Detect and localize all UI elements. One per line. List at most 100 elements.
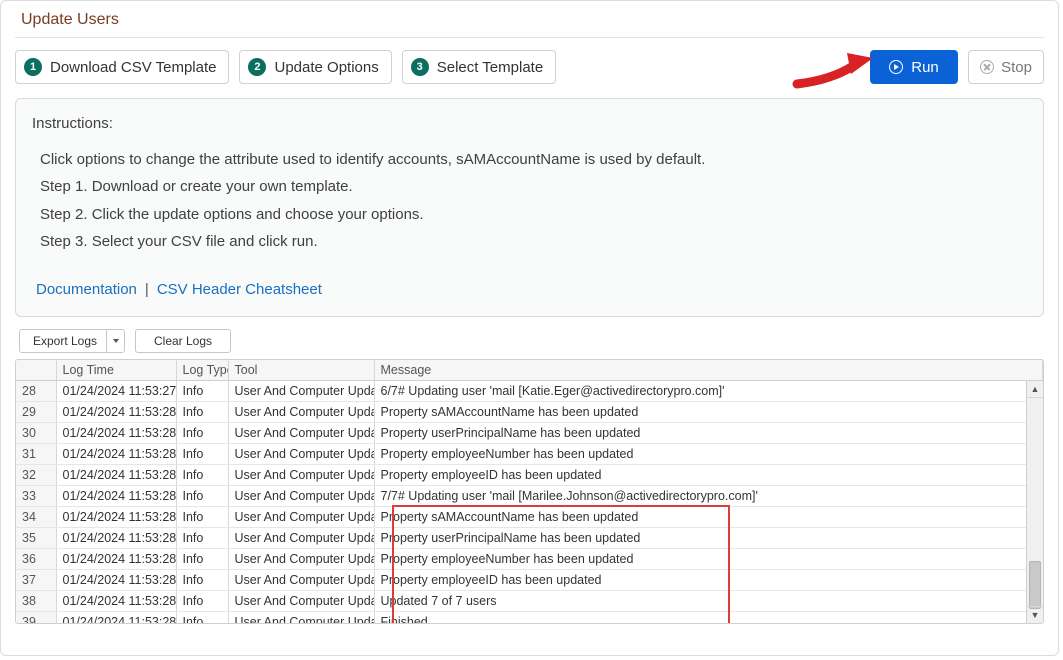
- cell-logtype: Info: [176, 507, 228, 528]
- cell-tool: User And Computer Updater: [228, 402, 374, 423]
- cell-logtime: 01/24/2024 11:53:28: [56, 486, 176, 507]
- cell-logtime: 01/24/2024 11:53:28: [56, 528, 176, 549]
- cell-message: 6/7# Updating user 'mail [Katie.Eger@act…: [374, 381, 1043, 402]
- cell-logtype: Info: [176, 591, 228, 612]
- cell-tool: User And Computer Updater: [228, 612, 374, 625]
- instructions-line: Step 3. Select your CSV file and click r…: [40, 229, 1027, 255]
- step-1-badge: 1: [24, 58, 42, 76]
- cell-logtime: 01/24/2024 11:53:28: [56, 423, 176, 444]
- cell-logtype: Info: [176, 612, 228, 625]
- message-header[interactable]: Message: [374, 360, 1043, 381]
- logtime-header[interactable]: Log Time: [56, 360, 176, 381]
- cell-logtime: 01/24/2024 11:53:28: [56, 507, 176, 528]
- cell-message: Property employeeID has been updated: [374, 465, 1043, 486]
- row-number: 31: [16, 444, 56, 465]
- step-2-badge: 2: [248, 58, 266, 76]
- cell-tool: User And Computer Updater: [228, 570, 374, 591]
- row-number: 37: [16, 570, 56, 591]
- page-title: Update Users: [21, 11, 1044, 29]
- cell-tool: User And Computer Updater: [228, 507, 374, 528]
- cell-logtime: 01/24/2024 11:53:28: [56, 591, 176, 612]
- cell-tool: User And Computer Updater: [228, 465, 374, 486]
- logtype-header[interactable]: Log Type: [176, 360, 228, 381]
- documentation-link[interactable]: Documentation: [36, 277, 137, 303]
- table-row[interactable]: 3601/24/2024 11:53:28InfoUser And Comput…: [16, 549, 1043, 570]
- table-row[interactable]: 3501/24/2024 11:53:28InfoUser And Comput…: [16, 528, 1043, 549]
- instructions-line: Click options to change the attribute us…: [40, 147, 1027, 173]
- table-row[interactable]: 3201/24/2024 11:53:28InfoUser And Comput…: [16, 465, 1043, 486]
- export-logs-button[interactable]: Export Logs: [19, 329, 125, 353]
- stop-button[interactable]: Stop: [968, 50, 1044, 84]
- cell-message: Updated 7 of 7 users: [374, 591, 1043, 612]
- export-logs-label: Export Logs: [33, 334, 97, 348]
- cell-logtype: Info: [176, 486, 228, 507]
- cell-logtime: 01/24/2024 11:53:28: [56, 465, 176, 486]
- table-row[interactable]: 3301/24/2024 11:53:28InfoUser And Comput…: [16, 486, 1043, 507]
- link-separator: |: [145, 277, 149, 303]
- row-number: 34: [16, 507, 56, 528]
- cell-logtime: 01/24/2024 11:53:28: [56, 549, 176, 570]
- cell-logtime: 01/24/2024 11:53:28: [56, 570, 176, 591]
- table-row[interactable]: 3701/24/2024 11:53:28InfoUser And Comput…: [16, 570, 1043, 591]
- table-row[interactable]: 3001/24/2024 11:53:28InfoUser And Comput…: [16, 423, 1043, 444]
- cell-logtype: Info: [176, 381, 228, 402]
- cell-logtype: Info: [176, 549, 228, 570]
- cell-logtime: 01/24/2024 11:53:27: [56, 381, 176, 402]
- cell-message: Property employeeID has been updated: [374, 570, 1043, 591]
- arrow-annotation-icon: [791, 50, 881, 90]
- step-1-label: Download CSV Template: [50, 59, 216, 76]
- tool-header[interactable]: Tool: [228, 360, 374, 381]
- row-number: 30: [16, 423, 56, 444]
- scroll-down-button[interactable]: ▼: [1027, 606, 1043, 623]
- row-number: 29: [16, 402, 56, 423]
- rownum-header[interactable]: [16, 360, 56, 381]
- update-users-panel: Update Users 1 Download CSV Template 2 U…: [0, 0, 1059, 656]
- play-icon: [889, 60, 903, 74]
- scroll-up-button[interactable]: ▲: [1027, 381, 1043, 398]
- row-number: 33: [16, 486, 56, 507]
- table-row[interactable]: 3401/24/2024 11:53:28InfoUser And Comput…: [16, 507, 1043, 528]
- cell-message: Property userPrincipalName has been upda…: [374, 423, 1043, 444]
- row-number: 38: [16, 591, 56, 612]
- row-number: 36: [16, 549, 56, 570]
- cell-tool: User And Computer Updater: [228, 423, 374, 444]
- title-divider: [15, 37, 1044, 38]
- cell-message: 7/7# Updating user 'mail [Marilee.Johnso…: [374, 486, 1043, 507]
- instructions-panel: Instructions: Click options to change th…: [15, 98, 1044, 317]
- table-row[interactable]: 3101/24/2024 11:53:28InfoUser And Comput…: [16, 444, 1043, 465]
- run-label: Run: [911, 59, 939, 76]
- csv-header-cheatsheet-link[interactable]: CSV Header Cheatsheet: [157, 277, 322, 303]
- cell-logtype: Info: [176, 528, 228, 549]
- clear-logs-button[interactable]: Clear Logs: [135, 329, 231, 353]
- table-row[interactable]: 3901/24/2024 11:53:28InfoUser And Comput…: [16, 612, 1043, 625]
- stop-label: Stop: [1001, 59, 1032, 76]
- chevron-down-icon[interactable]: [106, 330, 124, 352]
- instructions-line: Step 1. Download or create your own temp…: [40, 174, 1027, 200]
- cell-tool: User And Computer Updater: [228, 549, 374, 570]
- cell-logtime: 01/24/2024 11:53:28: [56, 402, 176, 423]
- cell-logtype: Info: [176, 570, 228, 591]
- update-options-button[interactable]: 2 Update Options: [239, 50, 391, 84]
- row-number: 32: [16, 465, 56, 486]
- step-3-label: Select Template: [437, 59, 543, 76]
- step-2-label: Update Options: [274, 59, 378, 76]
- cell-tool: User And Computer Updater: [228, 381, 374, 402]
- run-button[interactable]: Run: [870, 50, 958, 84]
- log-controls: Export Logs Clear Logs: [19, 329, 1044, 353]
- table-row[interactable]: 2801/24/2024 11:53:27InfoUser And Comput…: [16, 381, 1043, 402]
- table-row[interactable]: 3801/24/2024 11:53:28InfoUser And Comput…: [16, 591, 1043, 612]
- instructions-line: Step 2. Click the update options and cho…: [40, 202, 1027, 228]
- cell-message: Property employeeNumber has been updated: [374, 444, 1043, 465]
- select-template-button[interactable]: 3 Select Template: [402, 50, 556, 84]
- row-number: 39: [16, 612, 56, 625]
- cell-logtime: 01/24/2024 11:53:28: [56, 444, 176, 465]
- row-number: 35: [16, 528, 56, 549]
- vertical-scrollbar[interactable]: ▲ ▼: [1026, 381, 1043, 623]
- cell-logtype: Info: [176, 402, 228, 423]
- table-row[interactable]: 2901/24/2024 11:53:28InfoUser And Comput…: [16, 402, 1043, 423]
- download-csv-template-button[interactable]: 1 Download CSV Template: [15, 50, 229, 84]
- cell-message: Finished: [374, 612, 1043, 625]
- cell-logtype: Info: [176, 423, 228, 444]
- scroll-thumb[interactable]: [1029, 561, 1041, 609]
- cell-logtime: 01/24/2024 11:53:28: [56, 612, 176, 625]
